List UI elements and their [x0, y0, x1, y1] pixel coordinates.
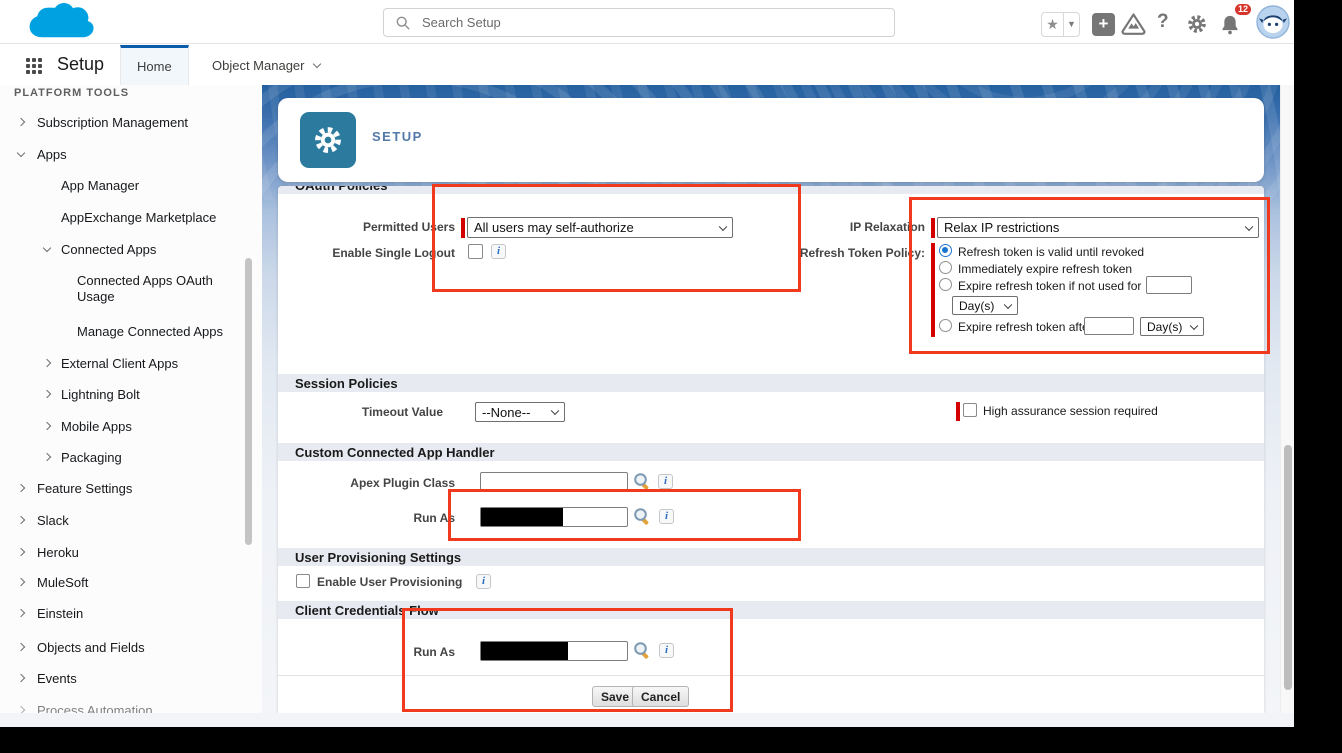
high-assurance-label: High assurance session required — [983, 404, 1158, 418]
sidebar-item-manage-connected-apps[interactable]: Manage Connected Apps — [77, 324, 223, 339]
section-title: User Provisioning Settings — [295, 550, 461, 565]
annotation-rect-client-credentials — [402, 608, 733, 712]
sidebar-item-einstein[interactable]: Einstein — [37, 606, 83, 621]
user-avatar[interactable] — [1256, 5, 1290, 39]
sidebar-item-connected-apps-oauth-usage[interactable]: Connected Apps OAuth Usage — [77, 273, 242, 305]
bottom-strip — [0, 713, 1294, 727]
chevron-right-icon — [17, 643, 25, 651]
chevron-down-icon — [43, 244, 51, 252]
apex-plugin-class-label: Apex Plugin Class — [278, 476, 455, 490]
select-chevron-icon — [551, 407, 559, 415]
chevron-right-icon — [17, 578, 25, 586]
search-icon — [396, 16, 410, 30]
page-title: SETUP — [372, 129, 423, 144]
setup-gear-icon[interactable] — [1186, 13, 1208, 40]
sidebar-item-packaging[interactable]: Packaging — [61, 450, 122, 465]
section-user-provisioning-settings: User Provisioning Settings — [278, 548, 1264, 566]
app-launcher-waffle-icon[interactable] — [26, 58, 42, 74]
sidebar-item-slack[interactable]: Slack — [37, 513, 69, 528]
required-indicator — [956, 402, 960, 421]
chevron-right-icon — [43, 390, 51, 398]
annotation-rect-permitted-users — [432, 184, 801, 292]
enable-user-provisioning-label: Enable User Provisioning — [317, 575, 462, 589]
sidebar-item-appexchange-marketplace[interactable]: AppExchange Marketplace — [61, 210, 216, 225]
section-title: OAuth Policies — [295, 186, 387, 193]
sidebar-item-mobile-apps[interactable]: Mobile Apps — [61, 419, 132, 434]
sidebar-item-feature-settings[interactable]: Feature Settings — [37, 481, 132, 496]
favorites-dropdown-icon[interactable]: ▼ — [1063, 13, 1079, 36]
enable-user-provisioning-checkbox[interactable] — [296, 574, 310, 588]
sidebar-item-app-manager[interactable]: App Manager — [61, 178, 139, 193]
chevron-right-icon — [17, 706, 25, 713]
setup-nav-bar: Setup Home Object Manager — [0, 45, 1294, 85]
sidebar-scrollbar-thumb[interactable] — [245, 258, 252, 545]
chevron-right-icon — [43, 453, 51, 461]
section-title: Custom Connected App Handler — [295, 445, 495, 460]
chevron-right-icon — [17, 548, 25, 556]
sidebar-item-lightning-bolt[interactable]: Lightning Bolt — [61, 387, 140, 402]
sidebar-item-heroku[interactable]: Heroku — [37, 545, 79, 560]
notification-count-badge: 12 — [1233, 2, 1253, 17]
tab-home[interactable]: Home — [120, 45, 189, 85]
sidebar-item-objects-and-fields[interactable]: Objects and Fields — [37, 640, 145, 655]
setup-page-gear-icon — [300, 112, 356, 168]
permitted-users-label: Permitted Users — [278, 220, 455, 234]
search-input[interactable] — [422, 15, 862, 30]
tab-home-label: Home — [137, 59, 172, 74]
sidebar-item-events[interactable]: Events — [37, 671, 77, 686]
sidebar-item-subscription-management[interactable]: Subscription Management — [37, 115, 188, 130]
tab-object-manager[interactable]: Object Manager — [196, 45, 336, 85]
timeout-value-select[interactable]: --None-- — [475, 402, 565, 422]
section-title: Session Policies — [295, 376, 398, 391]
info-icon[interactable]: i — [658, 474, 673, 489]
salesforce-cloud-logo[interactable] — [24, 2, 100, 47]
setup-search-box — [383, 8, 895, 37]
sidebar-section-header: PLATFORM TOOLS — [14, 87, 129, 99]
enable-single-logout-label: Enable Single Logout — [278, 246, 455, 260]
notifications-bell-icon[interactable] — [1220, 14, 1240, 41]
setup-header-card: SETUP — [278, 98, 1264, 182]
global-header: ★ ▼ + ? 12 — [0, 0, 1294, 44]
run-as-label: Run As — [278, 511, 455, 525]
tab-object-manager-label: Object Manager — [212, 58, 305, 73]
sidebar-item-connected-apps[interactable]: Connected Apps — [61, 242, 156, 257]
setup-sidebar: PLATFORM TOOLS Subscription Management A… — [0, 85, 262, 713]
info-icon[interactable]: i — [476, 574, 491, 589]
trailhead-icon[interactable] — [1121, 13, 1146, 40]
chevron-right-icon — [43, 359, 51, 367]
chevron-down-icon — [17, 149, 25, 157]
chevron-down-icon — [312, 59, 320, 67]
chevron-right-icon — [17, 609, 25, 617]
chevron-right-icon — [17, 484, 25, 492]
chevron-right-icon — [17, 674, 25, 682]
page-scrollbar-thumb[interactable] — [1284, 445, 1292, 690]
sidebar-item-mulesoft[interactable]: MuleSoft — [37, 575, 88, 590]
page-scrollbar-track[interactable] — [1280, 85, 1294, 713]
timeout-value-label: Timeout Value — [278, 405, 443, 419]
annotation-rect-ip-relaxation-refresh-token — [909, 197, 1270, 354]
section-session-policies: Session Policies — [278, 374, 1264, 392]
sidebar-item-external-client-apps[interactable]: External Client Apps — [61, 356, 178, 371]
chevron-right-icon — [43, 422, 51, 430]
sidebar-item-process-automation[interactable]: Process Automation — [37, 703, 153, 713]
timeout-value: --None-- — [482, 405, 530, 420]
help-icon[interactable]: ? — [1157, 11, 1169, 33]
high-assurance-checkbox[interactable] — [963, 403, 977, 417]
quick-create-plus-icon[interactable]: + — [1092, 13, 1115, 36]
sidebar-item-apps[interactable]: Apps — [37, 147, 67, 162]
chevron-right-icon — [17, 118, 25, 126]
favorites-star-icon[interactable]: ★ — [1042, 13, 1063, 36]
chevron-right-icon — [17, 516, 25, 524]
app-name: Setup — [57, 54, 104, 75]
annotation-rect-run-as — [448, 489, 801, 541]
favorites-button-group: ★ ▼ — [1041, 12, 1080, 37]
section-custom-connected-app-handler: Custom Connected App Handler — [278, 443, 1264, 461]
